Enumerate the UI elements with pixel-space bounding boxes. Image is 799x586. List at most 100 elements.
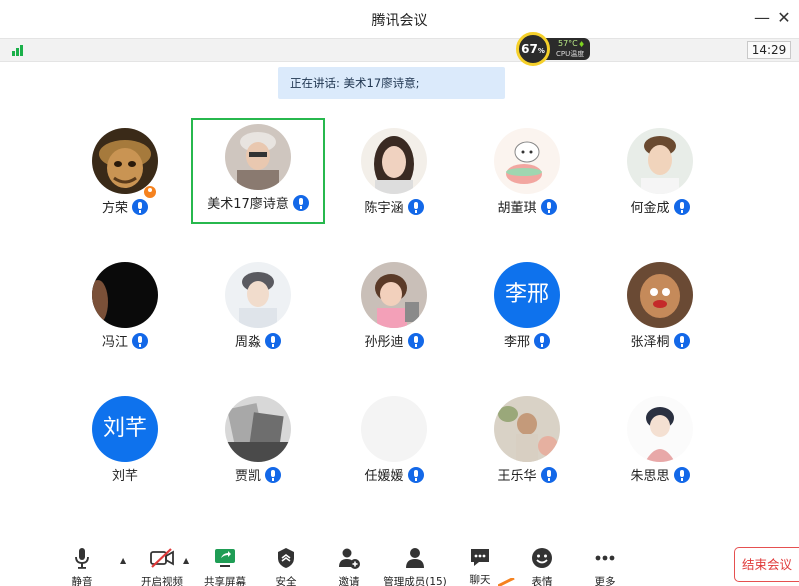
participant-tile[interactable]: 李邢 李邢 [460, 250, 594, 356]
microphone-icon[interactable] [265, 467, 281, 483]
participant-tile[interactable]: 任媛媛 [327, 384, 461, 490]
avatar [225, 262, 291, 328]
avatar [92, 128, 158, 194]
microphone-icon[interactable] [540, 467, 557, 483]
cpu-monitor-widget[interactable]: 57°C ♦ CPU温度 67% [516, 32, 590, 66]
participant-tile[interactable]: 胡董琪 [460, 116, 594, 222]
avatar [627, 396, 693, 462]
participant-tile[interactable]: 方荣 [58, 116, 192, 222]
more-button[interactable]: 更多 [575, 546, 635, 586]
orange-arrow-icon [498, 578, 515, 586]
invite-button[interactable]: 邀请 [319, 546, 379, 586]
start-video-button[interactable]: 开启视频 [127, 546, 197, 586]
participant-tile[interactable]: 陈宇涵 [327, 116, 461, 222]
avatar [92, 262, 158, 328]
participant-name: 任媛媛 [364, 469, 404, 484]
microphone-icon[interactable] [132, 333, 148, 349]
shield-icon [278, 548, 294, 568]
security-button[interactable]: 安全 [256, 546, 316, 586]
video-options-caret-icon[interactable]: ▲ [183, 556, 189, 565]
participant-tile[interactable]: 贾凯 [191, 384, 325, 490]
title-bar: 腾讯会议 — ✕ [0, 0, 799, 38]
avatar [361, 262, 427, 328]
participant-name: 方荣 [101, 201, 128, 216]
end-meeting-button[interactable]: 结束会议 [734, 547, 799, 582]
cpu-temp-label: CPU温度 [556, 50, 585, 58]
microphone-icon[interactable] [534, 333, 550, 349]
participant-name: 何金成 [630, 201, 670, 216]
participant-tile[interactable]: 刘芊 刘芊 [58, 384, 192, 490]
emoji-icon [532, 548, 552, 568]
active-speaker-banner: 正在讲话: 美术17廖诗意; [278, 67, 505, 99]
microphone-icon[interactable] [673, 333, 690, 349]
minimize-button[interactable]: — [752, 8, 772, 28]
chat-icon [471, 549, 489, 566]
participant-name: 陈宇涵 [364, 201, 404, 216]
participant-tile[interactable]: 冯江 [58, 250, 192, 356]
leaf-icon: ♦ [578, 40, 586, 49]
user-icon [406, 548, 424, 568]
avatar [361, 396, 427, 462]
mute-button[interactable]: 静音 [52, 546, 112, 586]
microphone-icon[interactable] [407, 333, 424, 349]
more-label: 更多 [594, 576, 616, 586]
participant-name: 孙彤迪 [364, 335, 404, 350]
participant-tile[interactable]: 张泽桐 [593, 250, 727, 356]
close-button[interactable]: ✕ [774, 8, 794, 28]
participant-tile[interactable]: 周淼 [191, 250, 325, 356]
mute-options-caret-icon[interactable]: ▲ [120, 556, 126, 565]
participant-tile[interactable]: 何金成 [593, 116, 727, 222]
manage-members-button[interactable]: 管理成员(15) [377, 546, 453, 586]
reactions-label: 表情 [531, 576, 553, 586]
participant-name: 胡董琪 [497, 201, 537, 216]
participant-tile[interactable]: 孙彤迪 [327, 250, 461, 356]
avatar: 李邢 [494, 262, 560, 328]
microphone-icon[interactable] [407, 467, 424, 483]
microphone-icon [75, 548, 89, 569]
avatar [225, 396, 291, 462]
more-icon [595, 555, 615, 561]
microphone-icon[interactable] [673, 467, 690, 483]
microphone-icon[interactable] [292, 195, 309, 211]
start-video-label: 开启视频 [141, 576, 183, 586]
participant-name: 贾凯 [234, 469, 261, 484]
participant-name: 周淼 [234, 335, 261, 350]
cpu-temp: 57°C [558, 39, 578, 48]
video-off-icon [150, 548, 174, 568]
participant-name: 美术17廖诗意 [207, 197, 289, 212]
avatar [225, 124, 291, 190]
participant-name: 张泽桐 [630, 335, 670, 350]
meeting-toolbar: 静音 ▲ 开启视频 ▲ 共享屏幕 安全 邀请 管理成员(15) 聊天 表情 更多 [0, 540, 799, 586]
avatar [361, 128, 427, 194]
participant-name: 刘芊 [111, 469, 138, 484]
network-signal-icon[interactable] [12, 44, 26, 56]
avatar [627, 128, 693, 194]
microphone-icon[interactable] [673, 199, 690, 215]
window-title: 腾讯会议 [371, 13, 428, 29]
participant-tile[interactable]: 朱思思 [593, 384, 727, 490]
meeting-clock: 14:29 [747, 41, 791, 59]
share-screen-icon [215, 549, 235, 567]
cpu-usage-value: 67 [521, 42, 538, 56]
avatar [494, 396, 560, 462]
participant-tile-active[interactable]: 美术17廖诗意 [191, 118, 325, 224]
status-bar: 14:29 [0, 38, 799, 62]
microphone-icon[interactable] [407, 199, 424, 215]
add-user-icon [339, 548, 360, 569]
manage-members-label: 管理成员(15) [383, 576, 447, 586]
participant-name: 李邢 [503, 335, 530, 350]
participant-tile[interactable]: 王乐华 [460, 384, 594, 490]
microphone-icon[interactable] [265, 333, 281, 349]
share-screen-label: 共享屏幕 [204, 576, 246, 586]
cpu-usage-ring: 67% [516, 32, 550, 66]
participant-name: 冯江 [101, 335, 128, 350]
security-label: 安全 [275, 576, 297, 586]
avatar [494, 128, 560, 194]
microphone-icon[interactable] [540, 199, 557, 215]
reactions-button[interactable]: 表情 [512, 546, 572, 586]
invite-label: 邀请 [338, 576, 360, 586]
share-screen-button[interactable]: 共享屏幕 [195, 546, 255, 586]
microphone-icon[interactable] [132, 199, 148, 215]
participant-name: 朱思思 [630, 469, 670, 484]
cpu-usage-unit: % [537, 47, 545, 55]
